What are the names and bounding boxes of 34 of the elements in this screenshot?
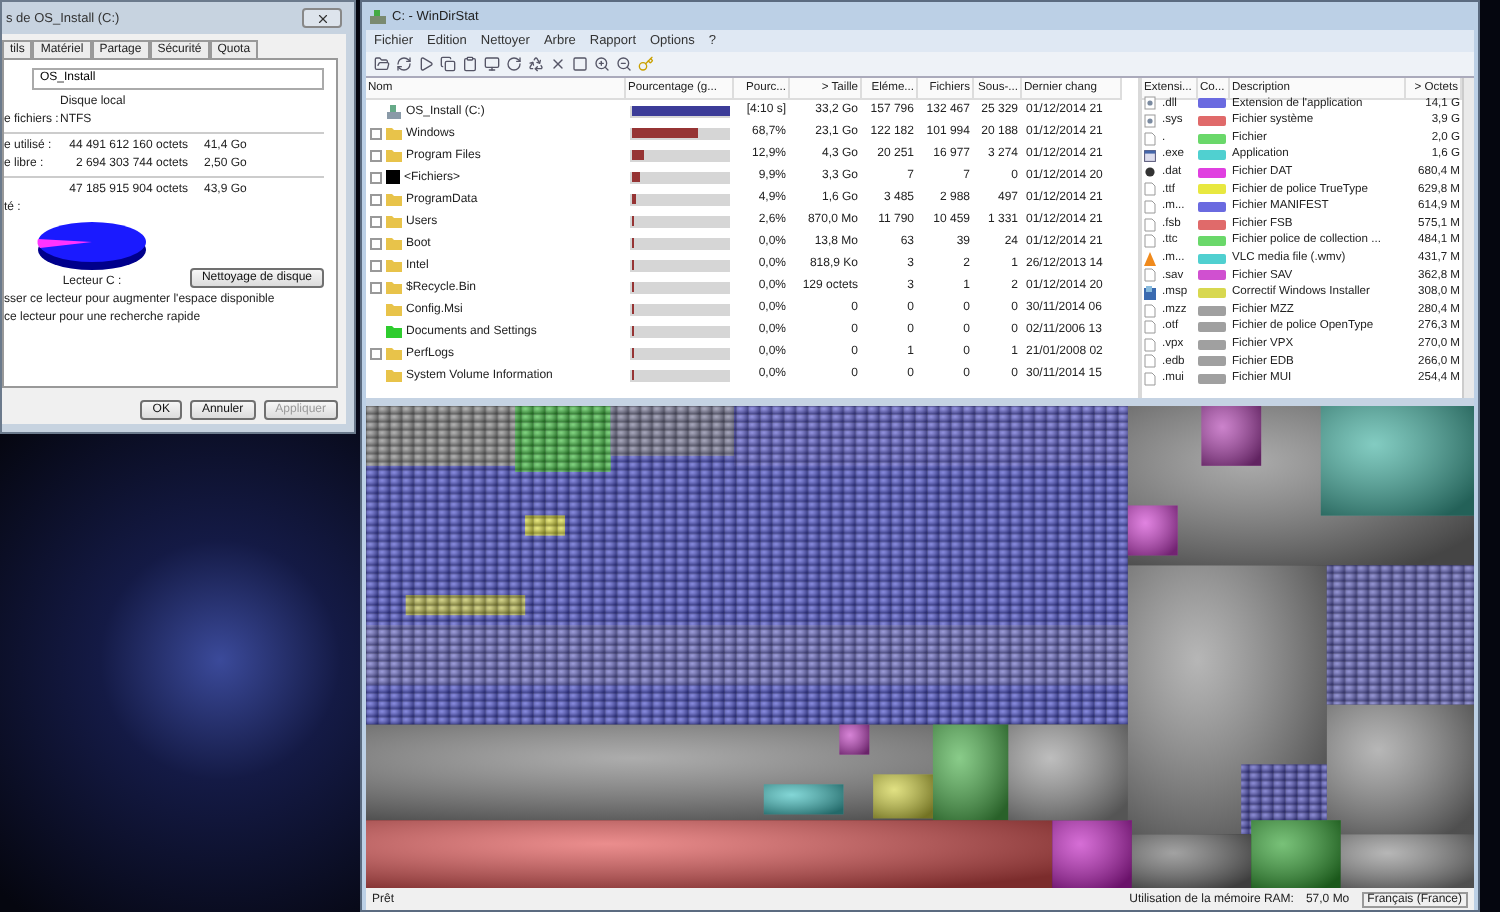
expand-icon[interactable] — [370, 281, 382, 293]
zoom-in-icon[interactable] — [594, 56, 610, 72]
expand-icon[interactable] — [370, 237, 382, 249]
gear-icon — [1144, 166, 1156, 179]
close-button[interactable] — [302, 8, 342, 28]
installer-icon — [1144, 285, 1156, 300]
expand-icon[interactable] — [370, 259, 382, 271]
expand-icon[interactable] — [370, 347, 382, 359]
recycle-icon[interactable] — [528, 56, 544, 72]
copy-icon[interactable] — [440, 56, 456, 72]
expand-icon[interactable] — [370, 171, 382, 183]
cone-icon — [1144, 251, 1156, 266]
expand-icon[interactable] — [370, 193, 382, 205]
open-folder-icon[interactable] — [374, 56, 390, 72]
expand-icon[interactable] — [370, 127, 382, 139]
close-icon — [315, 11, 329, 25]
app-icon — [370, 9, 386, 23]
delete-icon[interactable] — [550, 56, 566, 72]
zoom-out-icon[interactable] — [616, 56, 632, 72]
files-icon — [386, 170, 400, 184]
expand-icon[interactable] — [370, 215, 382, 227]
key-icon[interactable] — [638, 56, 654, 72]
pie-chart-drawing — [36, 220, 148, 272]
play-icon[interactable] — [418, 56, 434, 72]
monitor-icon[interactable] — [484, 56, 500, 72]
square-icon[interactable] — [572, 56, 588, 72]
expand-icon[interactable] — [370, 149, 382, 161]
scrollbar[interactable] — [1462, 78, 1474, 398]
rotate-icon[interactable] — [506, 56, 522, 72]
refresh-icon[interactable] — [396, 56, 412, 72]
window-icon — [1144, 149, 1156, 162]
clipboard-icon[interactable] — [462, 56, 478, 72]
folder-shortcut-icon — [386, 324, 402, 338]
drive-icon — [386, 103, 402, 119]
